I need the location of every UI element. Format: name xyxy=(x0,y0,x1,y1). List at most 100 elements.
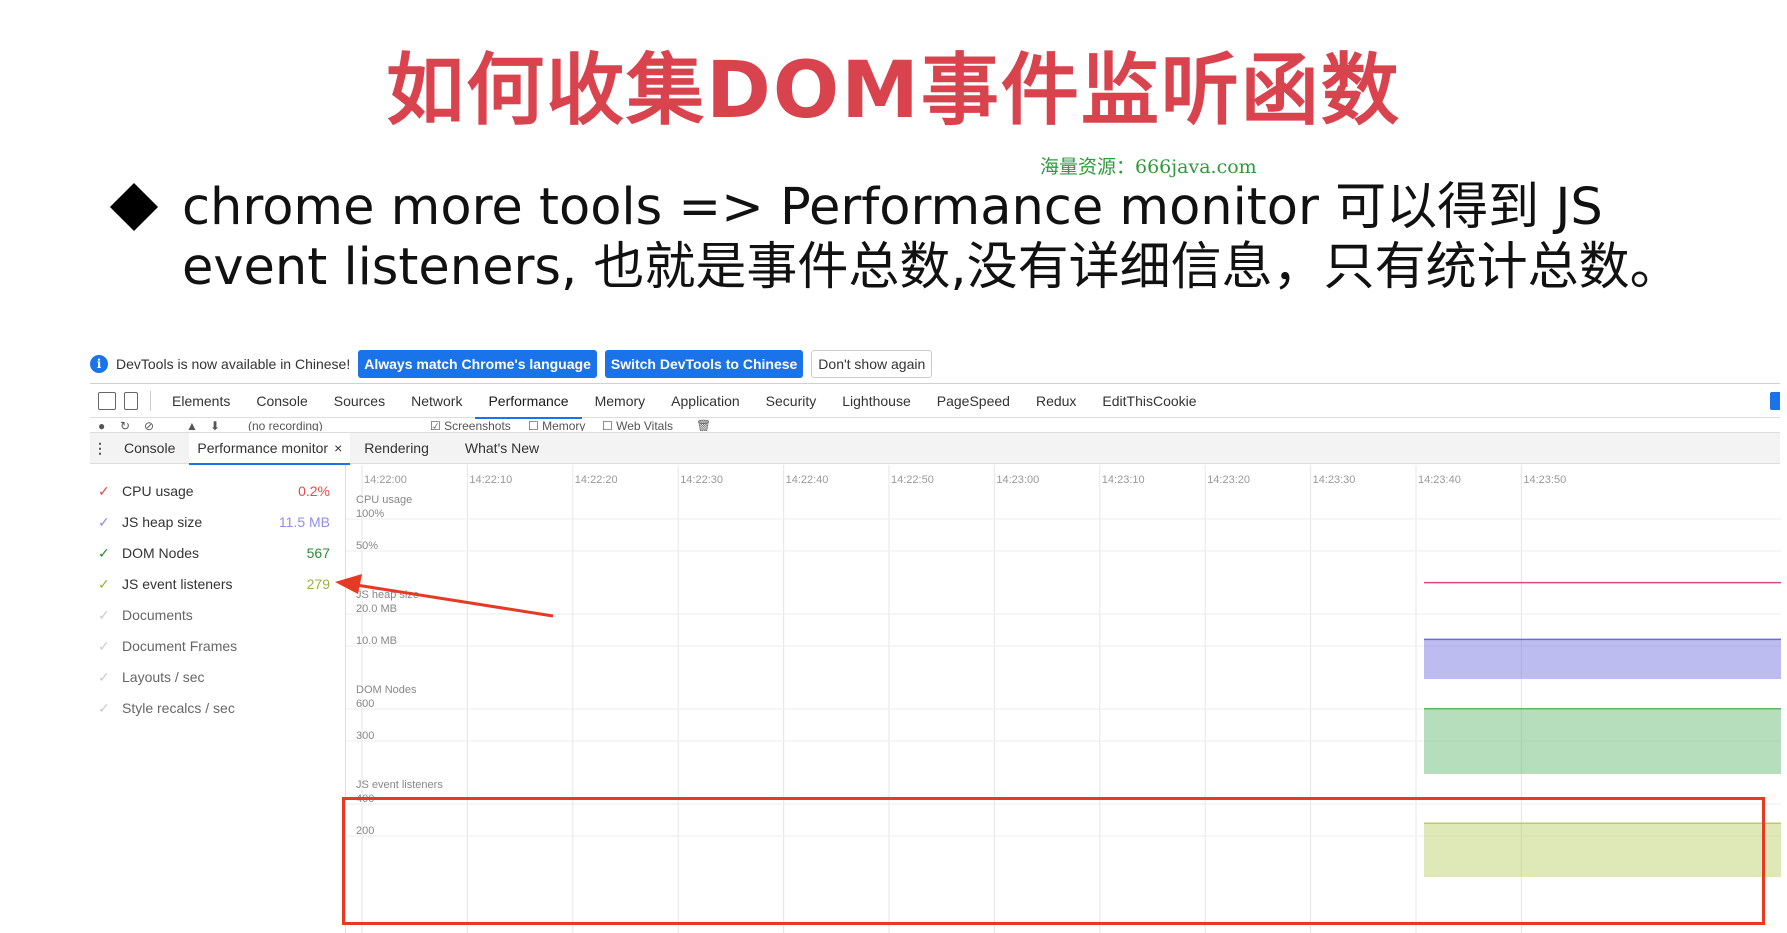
series-area xyxy=(1424,708,1781,774)
check-icon[interactable]: ✓ xyxy=(98,483,112,500)
check-icon[interactable]: ✓ xyxy=(98,669,112,686)
check-icon[interactable]: ✓ xyxy=(98,638,112,655)
watermark: 海量资源：666java.com xyxy=(1040,156,1257,178)
tab-network[interactable]: Network xyxy=(398,384,475,418)
screenshots-label: Screenshots xyxy=(444,419,511,431)
metric-cpu-usage[interactable]: ✓ CPU usage 0.2% xyxy=(90,476,330,506)
tab-elements[interactable]: Elements xyxy=(159,384,243,418)
time-tick-label: 14:23:40 xyxy=(1418,474,1461,486)
main-tabbar: Elements Console Sources Network Perform… xyxy=(90,384,1780,419)
tab-editthiscookie[interactable]: EditThisCookie xyxy=(1089,384,1209,418)
check-icon[interactable]: ✓ xyxy=(98,514,112,531)
drawer-tab-whats-new[interactable]: What's New xyxy=(457,433,547,464)
value-tick-label: 10.0 MB xyxy=(356,635,397,647)
metric-label: CPU usage xyxy=(122,483,194,499)
metric-js-event-listeners[interactable]: ✓ JS event listeners 279 xyxy=(90,569,330,599)
metrics-list: ✓ CPU usage 0.2% ✓ JS heap size 11.5 MB … xyxy=(90,465,340,925)
time-tick-label: 14:23:00 xyxy=(996,474,1039,486)
check-icon[interactable]: ✓ xyxy=(98,700,112,717)
annotation-highlight-box xyxy=(342,797,1765,925)
reload-icon[interactable]: ↻ xyxy=(120,419,130,431)
metric-value: 567 xyxy=(306,545,330,561)
info-icon: i xyxy=(90,355,108,373)
time-tick-label: 14:22:00 xyxy=(364,474,407,486)
upload-icon[interactable]: ▲ xyxy=(186,419,198,431)
close-icon[interactable]: × xyxy=(334,440,342,456)
tab-lighthouse[interactable]: Lighthouse xyxy=(829,384,924,418)
check-icon[interactable]: ✓ xyxy=(98,607,112,624)
value-tick-label: 300 xyxy=(356,730,374,742)
tab-console[interactable]: Console xyxy=(243,384,320,418)
bullet-diamond-icon xyxy=(109,182,159,232)
inspect-element-icon[interactable] xyxy=(98,391,116,410)
time-tick-label: 14:22:20 xyxy=(575,474,618,486)
check-icon[interactable]: ✓ xyxy=(98,545,112,562)
trash-icon[interactable]: 🗑 xyxy=(696,419,711,431)
time-tick-label: 14:23:10 xyxy=(1102,474,1145,486)
drawer-tab-rendering[interactable]: Rendering xyxy=(356,433,437,464)
value-tick-label: 100% xyxy=(356,508,384,520)
value-tick-label: 600 xyxy=(356,698,374,710)
metric-documents[interactable]: ✓ Documents xyxy=(90,600,330,630)
time-tick-label: 14:23:50 xyxy=(1523,474,1566,486)
metric-style-recalcs-sec[interactable]: ✓ Style recalcs / sec xyxy=(90,693,330,723)
devtools-infobar: i DevTools is now available in Chinese! … xyxy=(90,347,933,381)
device-toolbar-icon[interactable] xyxy=(124,391,138,410)
check-icon[interactable]: ✓ xyxy=(98,576,112,593)
metric-value: 279 xyxy=(306,576,330,592)
time-tick-label: 14:22:40 xyxy=(786,474,829,486)
web-vitals-label: Web Vitals xyxy=(616,419,674,431)
download-icon[interactable]: ⬇ xyxy=(210,419,220,431)
metric-value: 0.2% xyxy=(298,483,330,499)
switch-to-chinese-button[interactable]: Switch DevTools to Chinese xyxy=(604,350,804,378)
graph-title: JS heap size xyxy=(356,589,419,601)
web-vitals-checkbox[interactable]: ☐ Web Vitals xyxy=(602,419,673,431)
metric-label: Style recalcs / sec xyxy=(122,700,235,716)
time-tick-label: 14:22:10 xyxy=(469,474,512,486)
clear-icon[interactable]: ⊘ xyxy=(144,419,154,431)
tab-sources[interactable]: Sources xyxy=(321,384,398,418)
tab-performance[interactable]: Performance xyxy=(475,384,582,419)
drawer-tabbar: ⋮ Console Performance monitor × Rendering… xyxy=(90,432,1780,465)
tab-redux[interactable]: Redux xyxy=(1023,384,1089,418)
infobar-text: DevTools is now available in Chinese! xyxy=(116,356,351,372)
drawer-menu-icon[interactable]: ⋮ xyxy=(90,440,110,457)
record-icon[interactable]: ● xyxy=(98,419,105,431)
metric-layouts-sec[interactable]: ✓ Layouts / sec xyxy=(90,662,330,692)
time-tick-label: 14:23:30 xyxy=(1313,474,1356,486)
recording-select[interactable]: (no recording) xyxy=(248,419,323,431)
value-tick-label: 50% xyxy=(356,540,378,552)
metric-document-frames[interactable]: ✓ Document Frames xyxy=(90,631,330,661)
tab-pagespeed[interactable]: PageSpeed xyxy=(924,384,1023,418)
memory-label: Memory xyxy=(542,419,586,431)
time-tick-label: 14:22:50 xyxy=(891,474,934,486)
toolbar-divider xyxy=(150,390,151,411)
settings-badge-icon[interactable] xyxy=(1770,392,1780,410)
always-match-language-button[interactable]: Always match Chrome's language xyxy=(358,350,597,378)
slide-title: 如何收集DOM事件监听函数 xyxy=(386,46,1401,136)
graph-title: DOM Nodes xyxy=(356,684,417,696)
performance-toolbar: ● ↻ ⊘ ▲ ⬇ (no recording) ☑ Screenshots ☐… xyxy=(90,419,1780,431)
metric-label: Layouts / sec xyxy=(122,669,205,685)
metric-label: JS heap size xyxy=(122,514,203,530)
drawer-tab-label: Performance monitor xyxy=(197,439,329,456)
dont-show-again-button[interactable]: Don't show again xyxy=(811,350,933,378)
drawer-tab-console[interactable]: Console xyxy=(116,433,183,464)
metric-js-heap-size[interactable]: ✓ JS heap size 11.5 MB xyxy=(90,507,330,537)
time-tick-label: 14:22:30 xyxy=(680,474,723,486)
metric-label: DOM Nodes xyxy=(122,545,200,561)
value-tick-label: 20.0 MB xyxy=(356,603,397,615)
metric-dom-nodes[interactable]: ✓ DOM Nodes 567 xyxy=(90,538,330,568)
drawer-tab-performance-monitor[interactable]: Performance monitor × xyxy=(189,432,351,465)
time-tick-label: 14:23:20 xyxy=(1207,474,1250,486)
metric-label: Document Frames xyxy=(122,638,238,654)
metric-label: JS event listeners xyxy=(122,576,233,592)
bullet-text: chrome more tools => Performance monitor… xyxy=(182,178,1681,297)
tab-security[interactable]: Security xyxy=(753,384,830,418)
screenshots-checkbox[interactable]: ☑ Screenshots xyxy=(430,419,511,431)
graph-title: CPU usage xyxy=(356,494,412,506)
tab-memory[interactable]: Memory xyxy=(582,384,659,418)
metric-label: Documents xyxy=(122,607,193,623)
memory-checkbox[interactable]: ☐ Memory xyxy=(528,419,585,431)
tab-application[interactable]: Application xyxy=(658,384,753,418)
